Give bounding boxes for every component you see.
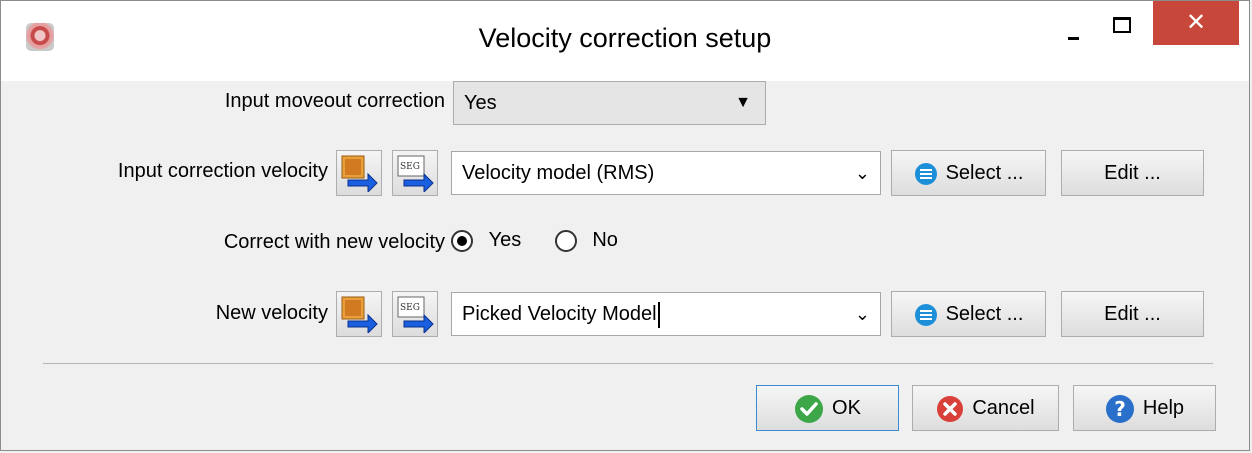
ok-button[interactable]: OK	[756, 385, 899, 431]
input-velocity-label: Input correction velocity	[117, 160, 328, 182]
cancel-button[interactable]: Cancel	[912, 385, 1059, 431]
select-label: Select ...	[945, 303, 1024, 325]
new-velocity-dropdown[interactable]: Picked Velocity Model ⌄	[451, 292, 881, 336]
title-bar[interactable]: Velocity correction setup ✕	[1, 1, 1249, 81]
correct-new-radio-group: Yes No	[451, 229, 618, 252]
correct-new-label: Correct with new velocity	[223, 231, 445, 253]
import-segy-icon: SEG	[397, 296, 434, 333]
list-icon	[914, 162, 937, 185]
help-button[interactable]: ? Help	[1073, 385, 1216, 431]
svg-text:SEG: SEG	[400, 162, 420, 172]
import-segy-icon: SEG	[397, 155, 434, 192]
check-icon	[795, 394, 824, 423]
radio-yes[interactable]	[451, 229, 473, 252]
question-icon: ?	[1105, 394, 1134, 423]
new-velocity-edit-button[interactable]: Edit ...	[1061, 291, 1204, 337]
import-segy-button-2[interactable]: SEG	[392, 291, 438, 337]
import-file-icon	[341, 155, 378, 192]
x-icon	[937, 395, 964, 422]
chevron-down-icon: ⌄	[854, 304, 870, 324]
input-velocity-value: Velocity model (RMS)	[462, 162, 655, 184]
svg-text:SEG: SEG	[400, 303, 420, 313]
divider	[43, 363, 1213, 364]
radio-yes-label: Yes	[488, 229, 522, 252]
import-file-button[interactable]	[336, 150, 382, 196]
close-button[interactable]: ✕	[1153, 1, 1239, 45]
cancel-label: Cancel	[972, 397, 1035, 419]
input-velocity-edit-button[interactable]: Edit ...	[1061, 150, 1204, 196]
maximize-button[interactable]	[1095, 1, 1153, 45]
chevron-down-icon: ▼	[735, 94, 751, 111]
text-cursor	[657, 301, 660, 328]
help-label: Help	[1142, 397, 1185, 419]
import-segy-button[interactable]: SEG	[392, 150, 438, 196]
moveout-dropdown[interactable]: Yes ▼	[453, 81, 766, 125]
svg-text:?: ?	[1114, 397, 1126, 421]
moveout-label: Input moveout correction	[224, 90, 445, 112]
minimize-button[interactable]	[1049, 1, 1095, 45]
radio-no[interactable]	[554, 229, 577, 252]
list-icon	[914, 303, 937, 326]
new-velocity-label: New velocity	[215, 302, 328, 324]
new-velocity-select-button[interactable]: Select ...	[891, 291, 1046, 337]
import-file-icon	[341, 296, 378, 333]
ok-label: OK	[832, 397, 861, 419]
dialog-content: Input moveout correction Yes ▼ Input cor…	[18, 81, 1234, 441]
moveout-value: Yes	[464, 92, 497, 114]
input-velocity-dropdown[interactable]: Velocity model (RMS) ⌄	[451, 151, 881, 195]
select-label: Select ...	[945, 162, 1024, 184]
radio-no-label: No	[592, 229, 618, 252]
new-velocity-value: Picked Velocity Model	[462, 303, 657, 325]
chevron-down-icon: ⌄	[854, 163, 870, 183]
import-file-button-2[interactable]	[336, 291, 382, 337]
input-velocity-select-button[interactable]: Select ...	[891, 150, 1046, 196]
dialog-window: Velocity correction setup ✕ Input moveou…	[0, 0, 1250, 451]
